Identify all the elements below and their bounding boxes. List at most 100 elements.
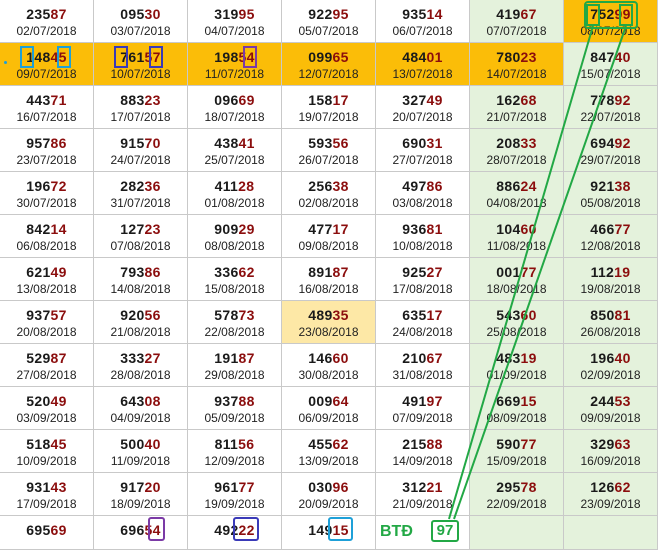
number-head: 578 xyxy=(214,307,239,323)
result-cell: 93788 05/09/2018 xyxy=(188,387,282,430)
result-date: 06/07/2018 xyxy=(392,24,453,38)
number-head: 126 xyxy=(590,479,615,495)
result-number: 29578 xyxy=(470,479,563,495)
result-number: 50040 xyxy=(94,436,187,452)
result-date: 08/07/2018 xyxy=(580,24,641,38)
result-cell: 21067 31/08/2018 xyxy=(376,344,470,387)
number-head: 484 xyxy=(402,49,427,65)
number-tail: 49 xyxy=(50,264,67,280)
result-number: 19854 xyxy=(188,49,281,65)
result-cell: 45562 13/09/2018 xyxy=(282,430,376,473)
number-tail: 97 xyxy=(426,393,443,409)
result-cell: 96177 19/09/2018 xyxy=(188,473,282,516)
result-number: 93681 xyxy=(376,221,469,237)
number-head: 443 xyxy=(26,92,51,108)
result-date: 14/07/2018 xyxy=(486,67,547,81)
number-head: 850 xyxy=(590,307,615,323)
number-tail: 77 xyxy=(614,221,631,237)
number-head: 466 xyxy=(590,221,615,237)
result-date: 18/07/2018 xyxy=(204,110,265,124)
result-number: 49222 xyxy=(188,522,281,538)
number-head: 921 xyxy=(590,178,615,194)
number-tail: 56 xyxy=(332,135,349,151)
number-head: 518 xyxy=(26,436,51,452)
number-tail: 86 xyxy=(50,135,67,151)
number-head: 148 xyxy=(26,49,51,65)
number-tail: 17 xyxy=(426,307,443,323)
result-date: 03/08/2018 xyxy=(392,196,453,210)
number-tail: 77 xyxy=(520,264,537,280)
number-tail: 95 xyxy=(238,6,255,22)
number-tail: 27 xyxy=(144,350,161,366)
number-tail: 62 xyxy=(332,436,349,452)
result-cell: 75299 08/07/2018 xyxy=(564,0,658,43)
result-cell: 43841 25/07/2018 xyxy=(188,129,282,172)
result-number: 92295 xyxy=(282,6,375,22)
number-head: 208 xyxy=(496,135,521,151)
number-tail: 63 xyxy=(614,436,631,452)
result-cell: 46677 12/08/2018 xyxy=(564,215,658,258)
result-date: 22/08/2018 xyxy=(204,325,265,339)
result-number: 43841 xyxy=(188,135,281,151)
number-head: 891 xyxy=(308,264,333,280)
result-number: 75299 xyxy=(564,6,657,22)
number-tail: 08 xyxy=(144,393,161,409)
result-date: 16/09/2018 xyxy=(580,454,641,468)
number-head: 957 xyxy=(26,135,51,151)
result-cell: 47717 09/08/2018 xyxy=(282,215,376,258)
result-number: 48935 xyxy=(282,307,375,323)
number-tail: 43 xyxy=(50,479,67,495)
number-head: 235 xyxy=(26,6,51,22)
result-number: 64308 xyxy=(94,393,187,409)
number-tail: 15 xyxy=(520,393,537,409)
result-cell: 84214 06/08/2018 xyxy=(0,215,94,258)
result-cell: 69492 29/07/2018 xyxy=(564,129,658,172)
result-number: 31995 xyxy=(188,6,281,22)
result-date: 09/08/2018 xyxy=(298,239,359,253)
result-cell: 31221 21/09/2018 xyxy=(376,473,470,516)
number-tail: 62 xyxy=(238,264,255,280)
result-number: 54360 xyxy=(470,307,563,323)
result-number: 49786 xyxy=(376,178,469,194)
number-tail: 35 xyxy=(332,307,349,323)
number-head: 492 xyxy=(214,522,239,538)
result-number: 69569 xyxy=(0,522,93,538)
result-cell: 52049 03/09/2018 xyxy=(0,387,94,430)
number-tail: 81 xyxy=(614,307,631,323)
result-date: 21/09/2018 xyxy=(392,497,453,511)
result-cell: 93757 20/08/2018 xyxy=(0,301,94,344)
result-cell: 19640 02/09/2018 xyxy=(564,344,658,387)
result-cell: 50040 11/09/2018 xyxy=(94,430,188,473)
result-cell: 91720 18/09/2018 xyxy=(94,473,188,516)
result-number: 52987 xyxy=(0,350,93,366)
result-cell: 51845 10/09/2018 xyxy=(0,430,94,473)
result-number: 59077 xyxy=(470,436,563,452)
result-cell: 32749 20/07/2018 xyxy=(376,86,470,129)
result-date: 03/07/2018 xyxy=(110,24,171,38)
number-head: 752 xyxy=(590,6,615,22)
result-date: 02/09/2018 xyxy=(580,368,641,382)
result-cell: 12662 23/09/2018 xyxy=(564,473,658,516)
result-cell: 33662 15/08/2018 xyxy=(188,258,282,301)
result-cell: 49197 07/09/2018 xyxy=(376,387,470,430)
result-cell: 52987 27/08/2018 xyxy=(0,344,94,387)
result-cell: 03096 20/09/2018 xyxy=(282,473,376,516)
number-head: 196 xyxy=(26,178,51,194)
result-number: 69654 xyxy=(94,522,187,538)
result-number: 09669 xyxy=(188,92,281,108)
result-date: 26/07/2018 xyxy=(298,153,359,167)
result-number: 15817 xyxy=(282,92,375,108)
number-head: 477 xyxy=(308,221,333,237)
result-cell: 93681 10/08/2018 xyxy=(376,215,470,258)
number-tail: 41 xyxy=(238,135,255,151)
number-tail: 49 xyxy=(50,393,67,409)
result-number: 03096 xyxy=(282,479,375,495)
number-head: 778 xyxy=(590,92,615,108)
number-head: 438 xyxy=(214,135,239,151)
result-number: 25638 xyxy=(282,178,375,194)
result-number: 14845 xyxy=(0,49,93,65)
number-tail: 87 xyxy=(50,6,67,22)
number-tail: 19 xyxy=(614,264,631,280)
result-date: 19/09/2018 xyxy=(204,497,265,511)
result-date: 11/09/2018 xyxy=(110,454,171,468)
